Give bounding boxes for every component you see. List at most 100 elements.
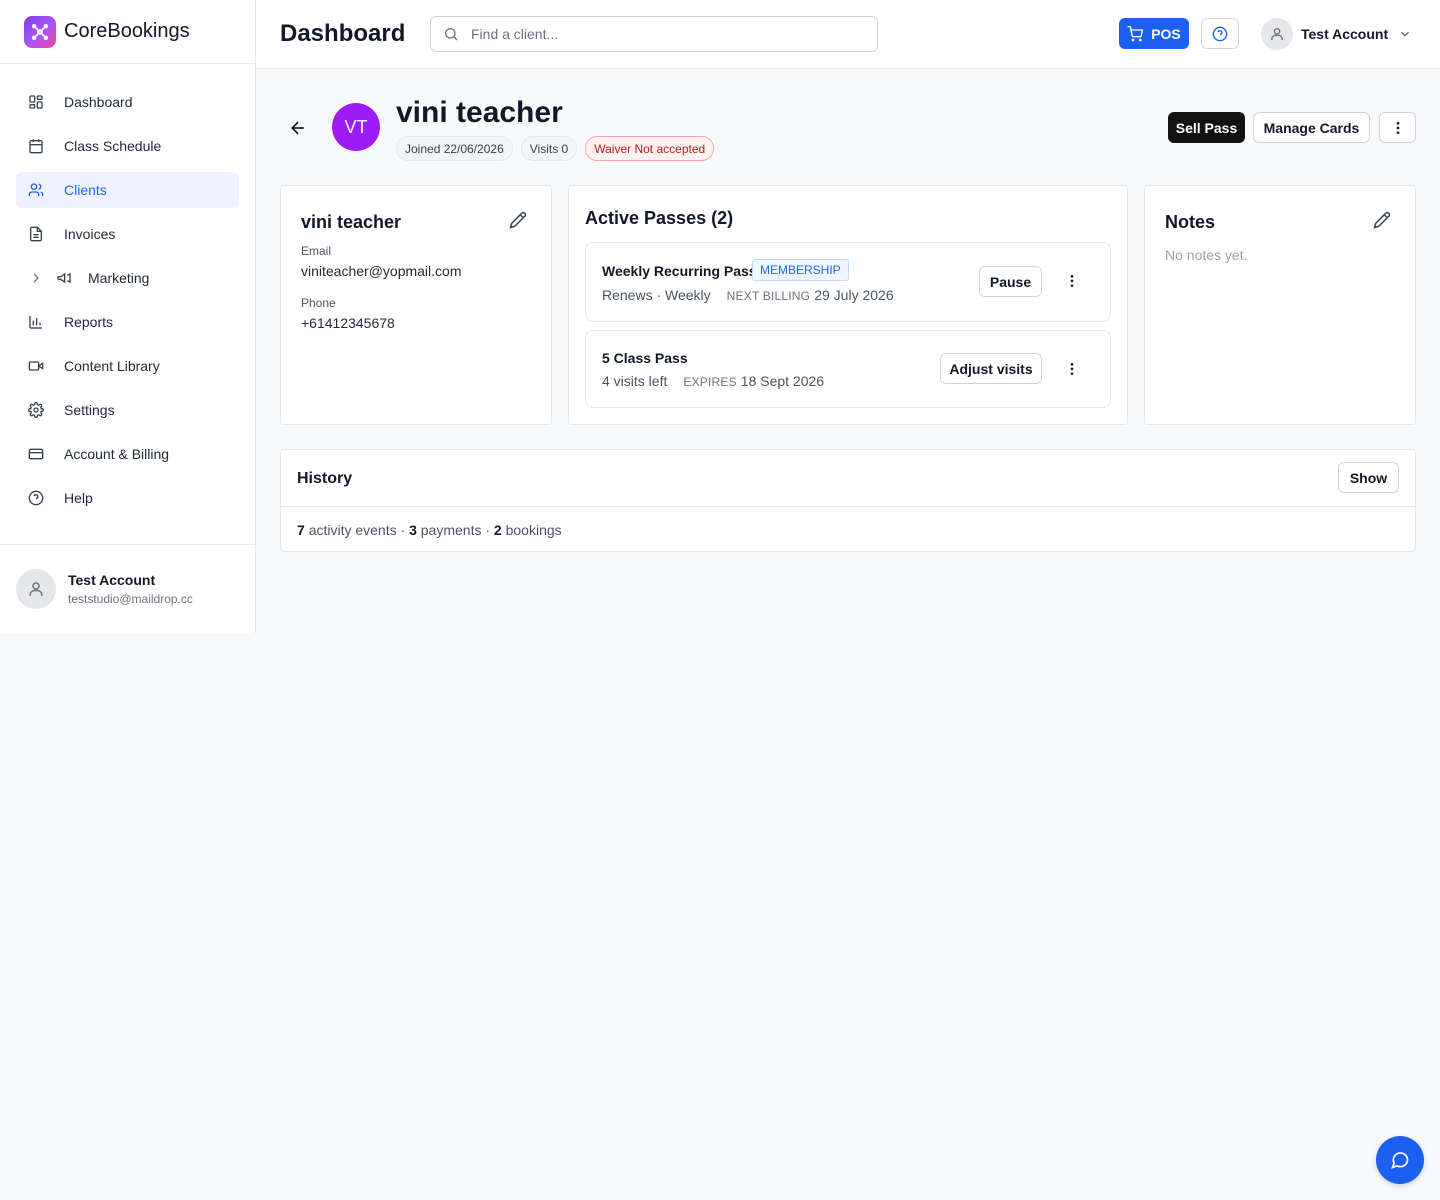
sidebar-item-label: Clients [64,182,107,198]
visits-badge: Visits 0 [520,136,578,161]
pause-button[interactable]: Pause [979,266,1042,297]
pass-meta: 4 visits left EXPIRES 18 Sept 2026 [602,373,824,389]
account-menu[interactable]: Test Account [1261,18,1412,50]
pass-name: Weekly Recurring Pass [602,263,757,279]
user-icon [1271,28,1283,40]
pass-meta: Renews · Weekly NEXT BILLING 29 July 202… [602,287,894,303]
email-value: viniteacher@yopmail.com [301,263,462,279]
adjust-visits-button[interactable]: Adjust visits [940,353,1042,384]
sidebar-item-reports[interactable]: Reports [16,304,239,340]
show-history-button[interactable]: Show [1338,462,1399,493]
sidebar-user[interactable]: Test Account teststudio@maildrop.cc [0,544,255,633]
next-billing-date: 29 July 2026 [814,287,894,303]
help-circle-icon [28,490,44,506]
joined-badge: Joined 22/06/2026 [396,136,513,161]
manage-cards-button[interactable]: Manage Cards [1253,112,1370,143]
client-info-card: vini teacher Email viniteacher@yopmail.c… [280,185,552,425]
pos-button[interactable]: POS [1119,18,1189,49]
credit-card-icon [28,446,44,462]
bar-chart-icon [28,314,44,330]
expires-label: EXPIRES [683,375,737,389]
membership-badge: MEMBERSHIP [752,259,849,281]
sidebar-item-label: Class Schedule [64,138,162,154]
sidebar-item-class-schedule[interactable]: Class Schedule [16,128,239,164]
waiver-badge: Waiver Not accepted [585,136,715,161]
sidebar-item-clients[interactable]: Clients [16,172,239,208]
more-options-button[interactable] [1379,112,1416,143]
chat-button[interactable] [1376,1136,1424,1184]
megaphone-icon [56,270,72,286]
calendar-icon [28,138,44,154]
pass-name: 5 Class Pass [602,350,688,366]
back-arrow-icon[interactable] [288,118,308,138]
activity-label: activity events [308,522,397,538]
phone-label: Phone [301,296,336,310]
pencil-icon[interactable] [509,211,527,229]
client-name: vini teacher [396,96,563,129]
gear-icon [28,402,44,418]
notes-card: Notes No notes yet. [1144,185,1416,425]
sidebar-item-dashboard[interactable]: Dashboard [16,84,239,120]
pencil-icon[interactable] [1373,211,1391,229]
search-input[interactable] [471,26,851,42]
separator: · [481,522,494,538]
users-icon [28,182,44,198]
next-billing-label: NEXT BILLING [726,289,811,303]
payments-count: 3 [409,522,417,538]
sidebar-user-name: Test Account [68,572,156,588]
bookings-label: bookings [505,522,562,538]
dashboard-icon [28,94,44,110]
sidebar-item-content-library[interactable]: Content Library [16,348,239,384]
sidebar-item-label: Reports [64,314,114,330]
client-chips: Joined 22/06/2026 Visits 0 Waiver Not ac… [396,136,715,161]
video-icon [28,358,44,374]
sidebar-item-label: Dashboard [64,94,133,110]
search-icon [443,26,459,42]
notes-title: Notes [1165,212,1216,232]
separator: · [396,522,410,538]
visits-left: 4 visits left [602,373,668,389]
active-passes-card: Active Passes (2) Weekly Recurring Pass … [568,185,1128,425]
sidebar-item-marketing[interactable]: Marketing [16,260,239,296]
history-summary: 7 activity events · 3 payments · 2 booki… [297,522,562,538]
sidebar-item-invoices[interactable]: Invoices [16,216,239,252]
account-name: Test Account [1301,26,1389,42]
sidebar-item-label: Invoices [64,226,116,242]
sidebar-item-settings[interactable]: Settings [16,392,239,428]
more-vertical-icon[interactable] [1064,361,1080,377]
info-card-title: vini teacher [301,212,402,232]
sell-pass-button[interactable]: Sell Pass [1168,112,1245,143]
client-avatar: VT [332,103,380,151]
more-vertical-icon [1390,120,1406,136]
sidebar-nav: Dashboard Class Schedule Clients Invoice… [0,64,255,516]
document-icon [28,226,44,242]
chevron-right-icon[interactable] [28,270,44,286]
sidebar-item-label: Content Library [64,358,160,374]
sidebar-item-label: Account & Billing [64,446,170,462]
notes-empty-text: No notes yet. [1165,247,1248,263]
sidebar-item-account-billing[interactable]: Account & Billing [16,436,239,472]
bookings-count: 2 [493,522,502,538]
activity-count: 7 [297,522,305,538]
cart-icon [1127,25,1151,42]
avatar [1261,18,1293,50]
sidebar-item-label: Help [64,490,93,506]
sidebar-item-label: Settings [64,402,115,418]
avatar [16,569,56,609]
sidebar-user-email: teststudio@maildrop.cc [68,592,193,606]
help-circle-icon [1212,26,1228,42]
more-vertical-icon[interactable] [1064,273,1080,289]
sidebar-item-label: Marketing [88,270,150,286]
top-header: Dashboard POS Test Account [256,0,1440,69]
history-title: History [297,470,353,487]
chevron-down-icon [1398,27,1412,41]
sidebar-item-help[interactable]: Help [16,480,239,516]
payments-label: payments [420,522,482,538]
user-icon [29,582,43,596]
brand[interactable]: CoreBookings [0,0,255,64]
sidebar: CoreBookings Dashboard Class Schedule Cl… [0,0,256,633]
network-logo-icon [24,15,56,48]
search-box[interactable] [430,16,878,52]
help-button[interactable] [1201,18,1239,49]
history-header: History Show [281,450,1415,507]
